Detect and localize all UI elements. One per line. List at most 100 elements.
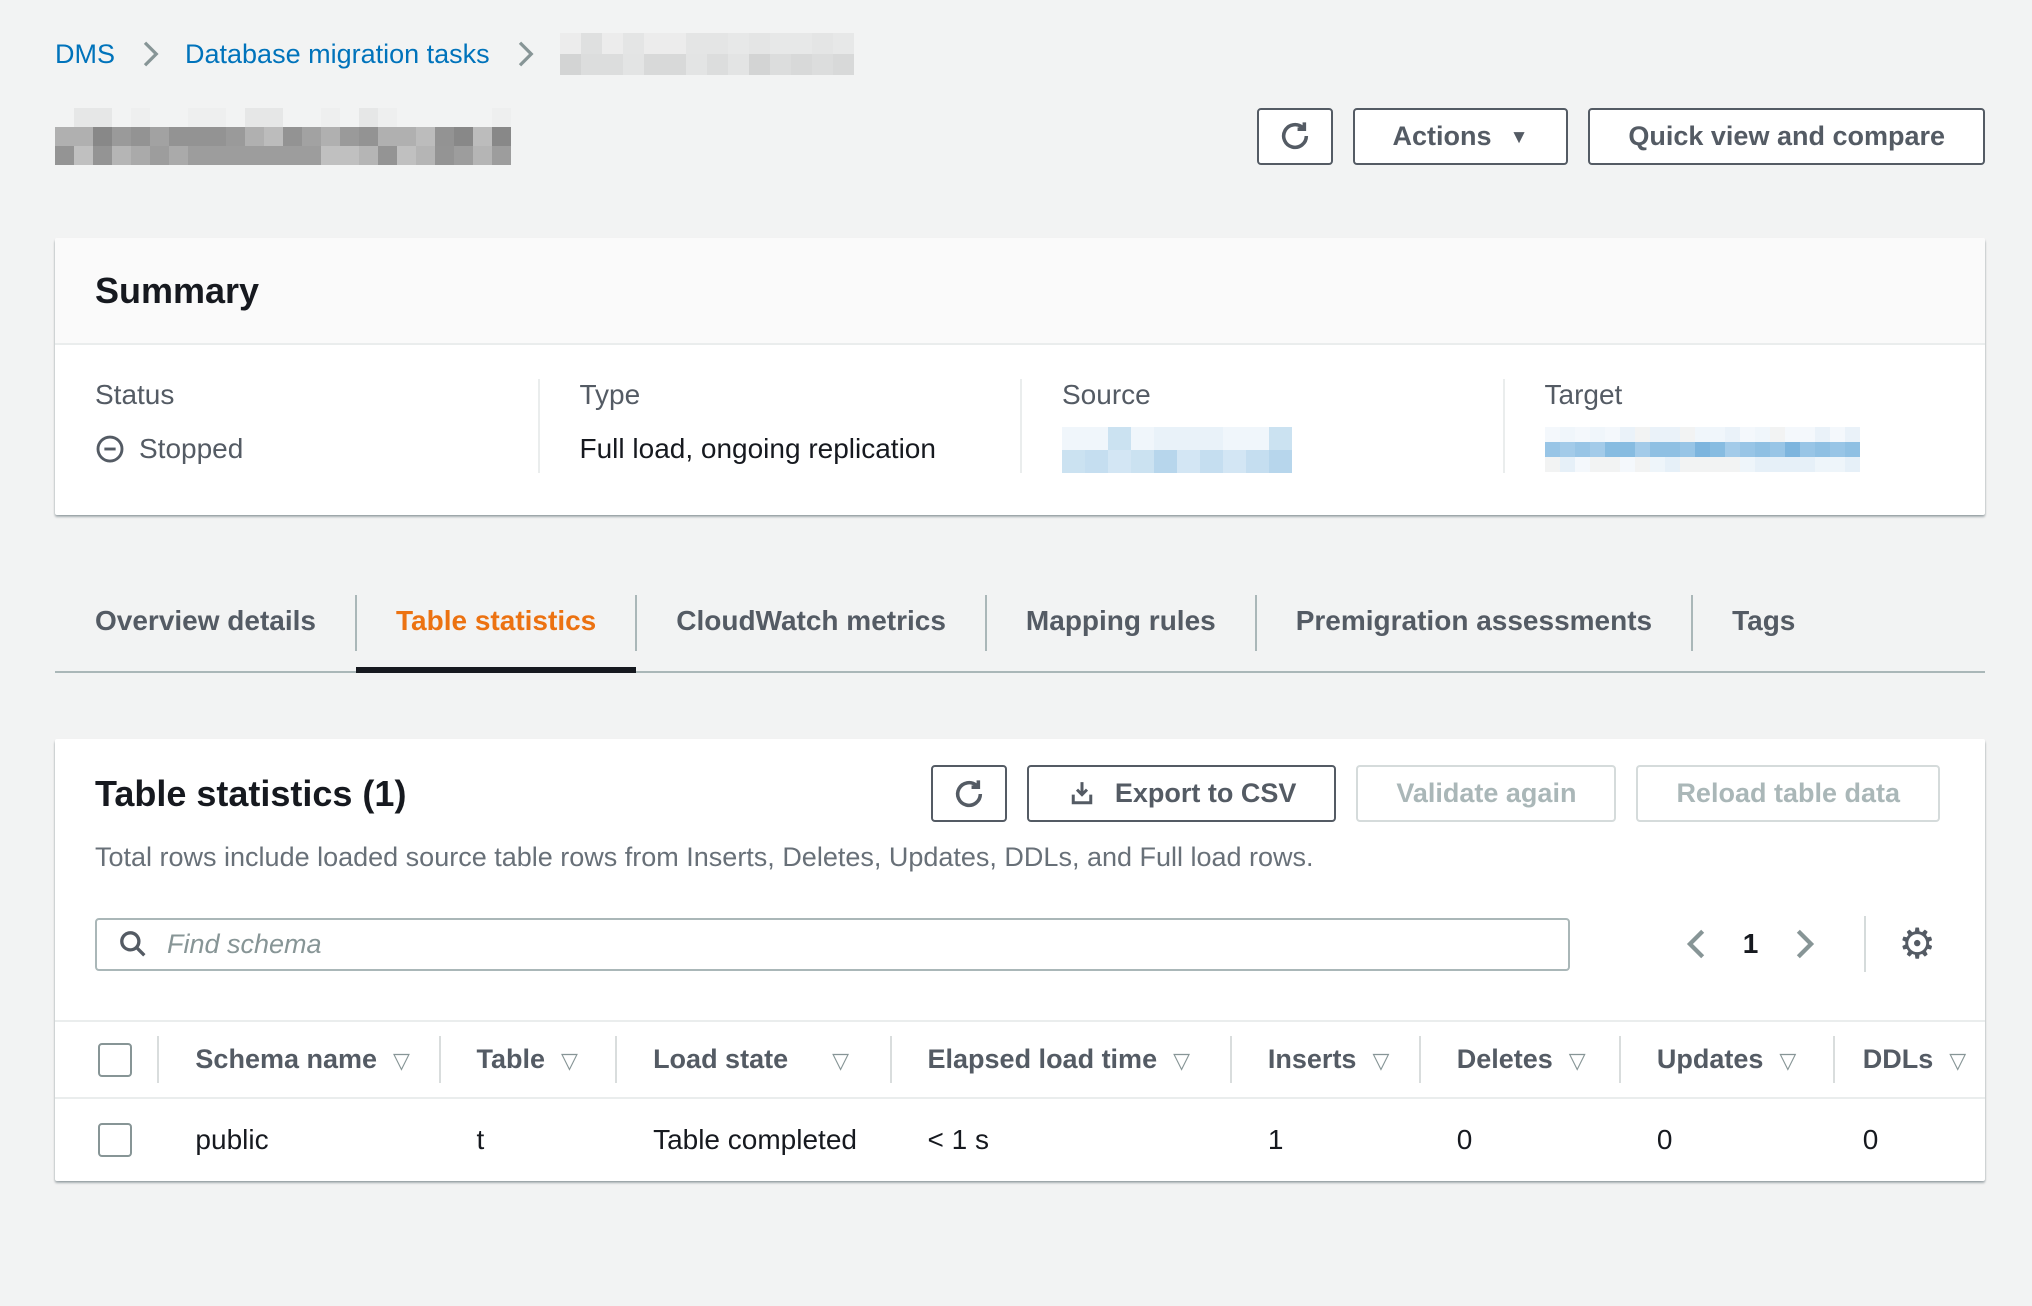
type-value: Full load, ongoing replication	[580, 427, 981, 471]
breadcrumb-redacted-task-name	[560, 33, 854, 75]
column-header-load-state[interactable]: Load state ▽	[615, 1022, 889, 1098]
page-number-current[interactable]: 1	[1733, 928, 1769, 960]
tab-overview-details[interactable]: Overview details	[55, 575, 356, 671]
sort-icon: ▽	[1173, 1048, 1190, 1073]
target-value-redacted	[1545, 427, 1946, 472]
cell-updates: 0	[1619, 1098, 1833, 1181]
column-label: Elapsed load time	[928, 1044, 1158, 1074]
gear-icon[interactable]: ⚙	[1894, 923, 1940, 965]
breadcrumb-link-dms[interactable]: DMS	[55, 39, 115, 70]
chevron-right-icon	[1792, 927, 1816, 961]
table-statistics-description: Total rows include loaded source table r…	[95, 840, 1940, 874]
status-value: Stopped	[95, 427, 498, 471]
table-refresh-button[interactable]	[931, 765, 1007, 822]
table-actions: Export to CSV Validate again Reload tabl…	[931, 765, 1940, 822]
schema-search-input[interactable]	[165, 928, 1548, 961]
summary-grid: Status Stopped Type Full load, ongoing r…	[55, 345, 1985, 515]
stopped-icon	[95, 434, 125, 464]
table-statistics-title: Table statistics (1)	[95, 773, 406, 815]
summary-title: Summary	[95, 270, 259, 312]
summary-field-source: Source	[1020, 379, 1503, 473]
cell-elapsed-load-time: < 1 s	[890, 1098, 1230, 1181]
tab-premigration-assessments[interactable]: Premigration assessments	[1256, 575, 1692, 671]
sort-icon: ▽	[1949, 1048, 1966, 1073]
summary-field-type: Type Full load, ongoing replication	[538, 379, 1021, 473]
column-header-schema-name[interactable]: Schema name ▽	[157, 1022, 438, 1098]
schema-search	[95, 918, 1570, 971]
summary-field-status: Status Stopped	[55, 379, 538, 473]
tab-mapping-rules[interactable]: Mapping rules	[986, 575, 1256, 671]
column-header-table[interactable]: Table ▽	[439, 1022, 616, 1098]
chevron-left-icon	[1685, 927, 1709, 961]
sort-icon: ▽	[1372, 1048, 1389, 1073]
page: DMS Database migration tasks Actions ▼	[0, 32, 2032, 1181]
cell-deletes: 0	[1419, 1098, 1619, 1181]
actions-button[interactable]: Actions ▼	[1353, 108, 1569, 165]
column-header-updates[interactable]: Updates ▽	[1619, 1022, 1833, 1098]
column-label: DDLs	[1863, 1044, 1934, 1074]
cell-inserts: 1	[1230, 1098, 1419, 1181]
cell-load-state: Table completed	[615, 1098, 889, 1181]
column-header-deletes[interactable]: Deletes ▽	[1419, 1022, 1619, 1098]
row-select-cell	[55, 1098, 157, 1181]
chevron-right-icon	[514, 39, 536, 69]
previous-page-button[interactable]	[1671, 919, 1723, 969]
next-page-button[interactable]	[1778, 919, 1830, 969]
column-label: Inserts	[1268, 1044, 1357, 1074]
page-title-redacted	[55, 108, 511, 165]
row-checkbox[interactable]	[98, 1123, 132, 1157]
select-all-checkbox[interactable]	[98, 1043, 132, 1077]
refresh-button[interactable]	[1257, 108, 1333, 165]
validate-again-button[interactable]: Validate again	[1356, 765, 1616, 822]
breadcrumb: DMS Database migration tasks	[55, 32, 1985, 76]
statistics-table-container: Schema name ▽ Table ▽ Load state ▽ Elapsed …	[55, 1020, 1985, 1181]
download-icon	[1067, 779, 1097, 809]
sort-icon: ▽	[561, 1048, 578, 1073]
export-csv-label: Export to CSV	[1115, 778, 1297, 809]
summary-field-target: Target	[1503, 379, 1986, 473]
type-label: Type	[580, 379, 981, 411]
statistics-table: Schema name ▽ Table ▽ Load state ▽ Elapsed …	[55, 1022, 1985, 1181]
caret-down-icon: ▼	[1510, 128, 1529, 147]
actions-button-label: Actions	[1393, 121, 1492, 152]
source-value-redacted	[1062, 427, 1463, 473]
summary-panel-header: Summary	[55, 238, 1985, 345]
column-label: Schema name	[195, 1044, 377, 1074]
search-icon	[117, 928, 149, 960]
column-header-ddls[interactable]: DDLs ▽	[1833, 1022, 1985, 1098]
chevron-right-icon	[139, 39, 161, 69]
pager-divider	[1864, 916, 1866, 972]
table-statistics-panel: Table statistics (1) Export to CSV	[55, 739, 1985, 1181]
quick-view-compare-button[interactable]: Quick view and compare	[1588, 108, 1985, 165]
page-header: Actions ▼ Quick view and compare	[55, 106, 1985, 166]
export-csv-button[interactable]: Export to CSV	[1027, 765, 1337, 822]
column-label: Updates	[1657, 1044, 1764, 1074]
cell-schema-name: public	[157, 1098, 438, 1181]
column-header-inserts[interactable]: Inserts ▽	[1230, 1022, 1419, 1098]
header-actions: Actions ▼ Quick view and compare	[1257, 108, 1985, 165]
validate-again-label: Validate again	[1396, 778, 1576, 809]
sort-icon: ▽	[832, 1048, 849, 1073]
breadcrumb-link-tasks[interactable]: Database migration tasks	[185, 39, 490, 70]
tab-bar: Overview details Table statistics CloudW…	[55, 575, 1985, 673]
cell-ddls: 0	[1833, 1098, 1985, 1181]
pagination: 1 ⚙	[1671, 916, 1940, 972]
tab-tags[interactable]: Tags	[1692, 575, 1835, 671]
column-label: Load state	[653, 1044, 788, 1074]
cell-table: t	[439, 1098, 616, 1181]
sort-icon: ▽	[1569, 1048, 1586, 1073]
reload-table-data-label: Reload table data	[1676, 778, 1900, 809]
source-label: Source	[1062, 379, 1463, 411]
sort-icon: ▽	[1779, 1048, 1796, 1073]
column-label: Deletes	[1457, 1044, 1553, 1074]
column-header-elapsed-load-time[interactable]: Elapsed load time ▽	[890, 1022, 1230, 1098]
status-label: Status	[95, 379, 498, 411]
summary-panel: Summary Status Stopped Type Full load, o…	[55, 238, 1985, 515]
sort-icon: ▽	[393, 1048, 410, 1073]
tab-table-statistics[interactable]: Table statistics	[356, 575, 636, 671]
column-label: Table	[477, 1044, 546, 1074]
target-label: Target	[1545, 379, 1946, 411]
reload-table-data-button[interactable]: Reload table data	[1636, 765, 1940, 822]
tab-cloudwatch-metrics[interactable]: CloudWatch metrics	[636, 575, 986, 671]
select-all-cell	[55, 1022, 157, 1098]
